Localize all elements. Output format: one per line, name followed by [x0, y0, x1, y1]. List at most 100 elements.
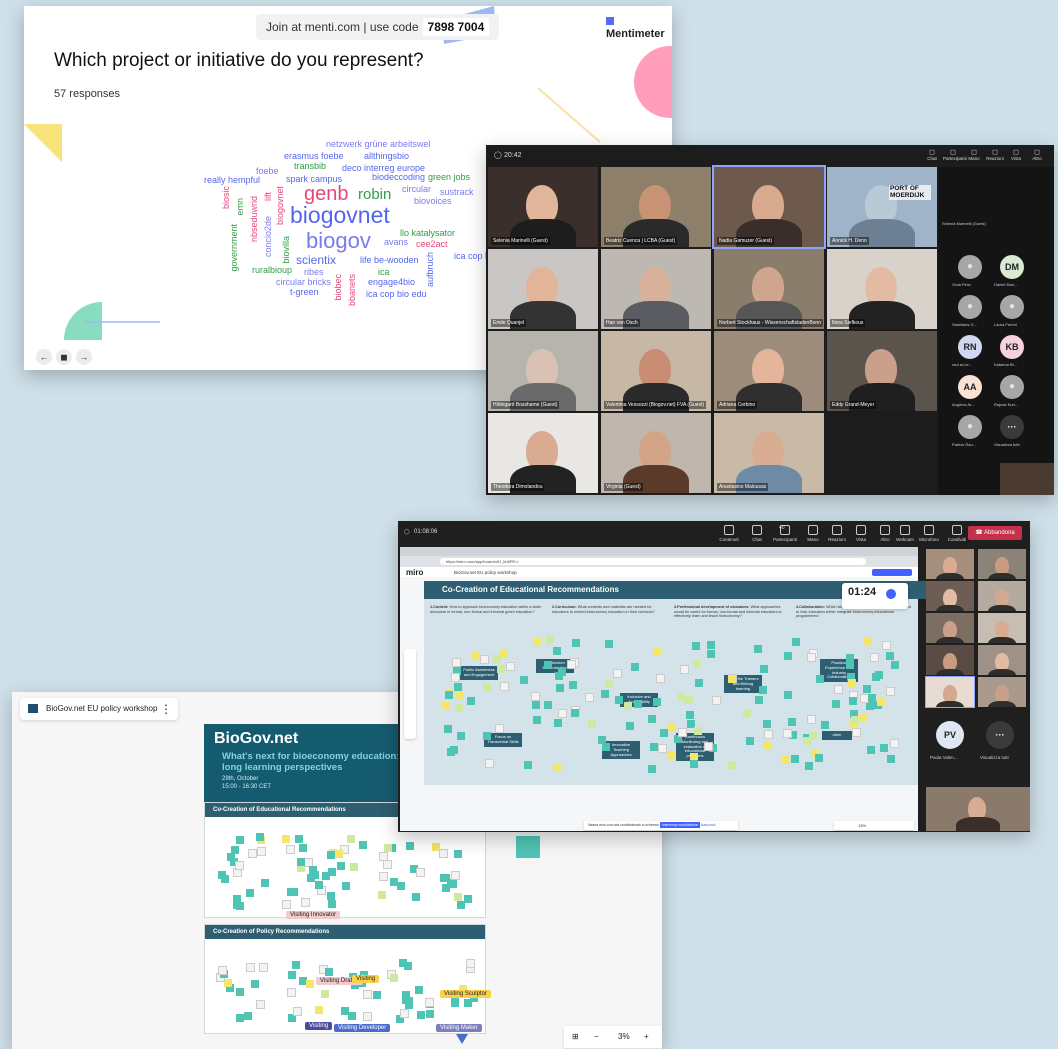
sticky-note[interactable] [782, 755, 790, 764]
sticky-note[interactable] [532, 701, 541, 710]
sticky-note[interactable] [305, 979, 314, 988]
sticky-note[interactable] [707, 650, 716, 659]
sticky-note[interactable] [453, 849, 462, 858]
sticky-note[interactable] [763, 720, 772, 729]
sticky-note[interactable] [815, 675, 824, 684]
toolbar-webcam-button[interactable]: Webcam [892, 525, 918, 542]
sticky-note[interactable] [450, 999, 459, 1008]
sticky-note[interactable] [453, 682, 462, 691]
sticky-note[interactable] [399, 1009, 409, 1019]
sticky-note[interactable] [404, 962, 413, 971]
sticky-note[interactable] [887, 755, 896, 764]
sticky-note[interactable] [439, 849, 449, 859]
sticky-note[interactable] [362, 989, 372, 999]
sticky-note[interactable] [286, 844, 295, 854]
sticky-note[interactable] [467, 697, 476, 706]
sticky-note[interactable] [291, 961, 300, 970]
sticky-note[interactable] [224, 979, 233, 988]
sticky-note[interactable] [236, 1013, 245, 1022]
leave-button[interactable]: ☎ Abbandona [968, 526, 1022, 540]
sticky-note[interactable] [707, 640, 716, 649]
sticky-note[interactable] [552, 647, 561, 656]
toolbar-partecipanti-button[interactable]: Partecipanti [772, 525, 798, 542]
miro-logo[interactable]: miro [406, 568, 423, 577]
sticky-note[interactable] [531, 692, 541, 702]
sticky-note[interactable] [235, 861, 245, 871]
sticky-note[interactable] [863, 684, 872, 693]
sticky-note[interactable] [568, 681, 577, 690]
sticky-note[interactable] [601, 690, 610, 698]
sticky-note[interactable] [450, 871, 460, 881]
sticky-note[interactable] [259, 963, 269, 973]
sticky-note[interactable] [255, 1000, 265, 1010]
toolbar-altro-button[interactable]: ◻ Altro [1027, 148, 1047, 161]
sticky-note[interactable] [485, 759, 495, 769]
stop-share-button[interactable]: Interrompi condivisione [659, 822, 700, 828]
toolbar-microfono-button[interactable]: Microfono [916, 525, 942, 542]
sticky-note[interactable] [379, 871, 389, 881]
sticky-note[interactable] [328, 899, 337, 908]
sticky-note[interactable] [553, 764, 562, 773]
sticky-note[interactable] [693, 660, 702, 669]
sticky-note[interactable] [321, 989, 330, 998]
sticky-note[interactable] [533, 637, 542, 646]
menti-logo-icon[interactable]: ◼ [56, 349, 72, 365]
address-bar[interactable]: https://miro.com/app/board/o9J_kh6PE=/ [440, 558, 866, 565]
sticky-note[interactable] [691, 641, 700, 650]
sticky-note[interactable] [571, 639, 580, 648]
sticky-note[interactable] [457, 731, 466, 740]
sticky-note[interactable] [255, 833, 264, 842]
sticky-note[interactable] [362, 1012, 372, 1022]
sticky-note[interactable] [851, 728, 861, 738]
toolbar-chat-button[interactable]: Chat [744, 525, 770, 542]
sticky-note[interactable] [466, 959, 476, 969]
more-menu-icon[interactable]: ⋮ [160, 698, 172, 720]
sticky-note[interactable] [849, 697, 858, 706]
sticky-note[interactable] [506, 661, 516, 671]
sticky-note[interactable] [520, 675, 529, 684]
sticky-note[interactable] [544, 661, 553, 670]
sticky-note[interactable] [327, 891, 336, 900]
sticky-note[interactable] [350, 862, 359, 871]
sticky-note[interactable] [453, 893, 462, 902]
sticky-note[interactable] [450, 745, 459, 754]
sticky-note[interactable] [633, 699, 642, 708]
sticky-note[interactable] [379, 851, 389, 861]
toolbar-reazioni-button[interactable]: ◻ Reazioni [985, 148, 1005, 161]
sticky-note[interactable] [890, 660, 899, 669]
sticky-note[interactable] [666, 751, 675, 760]
share-button[interactable] [872, 569, 912, 576]
sticky-note[interactable] [230, 846, 239, 855]
cluster-node[interactable]: Public Awareness and Engagement [460, 666, 498, 680]
sticky-note[interactable] [260, 879, 269, 888]
sticky-note[interactable] [414, 985, 423, 994]
sticky-note[interactable] [792, 637, 801, 646]
sticky-note[interactable] [322, 871, 330, 880]
sticky-note[interactable] [650, 743, 659, 752]
sticky-note[interactable] [850, 715, 859, 724]
sticky-note[interactable] [454, 692, 463, 701]
sticky-note[interactable] [401, 996, 410, 1005]
toolbar-reazioni-button[interactable]: Reazioni [824, 525, 850, 542]
sticky-note[interactable] [879, 743, 888, 752]
sticky-note[interactable] [693, 727, 702, 736]
sticky-note[interactable] [335, 849, 344, 858]
sticky-note[interactable] [804, 761, 813, 770]
sticky-note[interactable] [846, 660, 855, 669]
prev-arrow-icon[interactable]: ← [36, 349, 52, 365]
sticky-note[interactable] [847, 678, 856, 687]
sticky-note[interactable] [220, 875, 229, 884]
sticky-note[interactable] [657, 743, 667, 753]
miro-tools[interactable] [404, 649, 416, 739]
sticky-note[interactable] [889, 739, 899, 749]
sticky-note[interactable] [745, 736, 754, 745]
sticky-note[interactable] [337, 862, 346, 871]
sticky-note[interactable] [298, 843, 307, 852]
sticky-note[interactable] [877, 698, 886, 707]
sticky-note[interactable] [412, 893, 421, 902]
sticky-note[interactable] [424, 998, 434, 1008]
sticky-note[interactable] [532, 716, 541, 725]
sticky-note[interactable] [783, 691, 792, 700]
toolbar-condividi-button[interactable]: Condividi [944, 525, 970, 542]
sticky-note[interactable] [867, 746, 876, 755]
